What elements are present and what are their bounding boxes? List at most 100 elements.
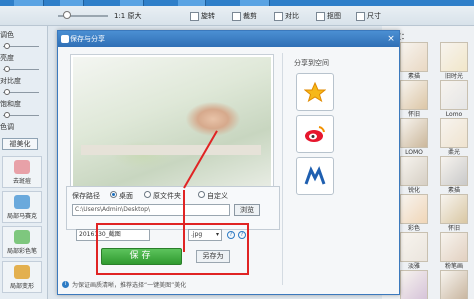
top-tab[interactable] <box>60 0 84 6</box>
effect-caption: LOMO <box>405 149 423 156</box>
top-tab[interactable] <box>178 0 206 6</box>
blemish-tool[interactable]: 去斑痘 <box>2 156 42 188</box>
size-button[interactable]: 尺寸 <box>356 9 381 23</box>
effect-thumbnail[interactable]: 旧时光 <box>440 42 468 80</box>
contrast-slider-label: 对比度 <box>0 77 21 85</box>
crop-icon <box>232 11 241 21</box>
effect-thumbnail[interactable]: 紫调 <box>400 270 428 299</box>
save-button[interactable]: 保存 <box>101 248 182 265</box>
divider <box>282 53 283 285</box>
save-path-label: 保存路径 <box>72 192 100 200</box>
effect-caption: 素描 <box>407 73 420 80</box>
contrast-label: 对比 <box>285 12 299 20</box>
effect-thumbnail[interactable]: LOMO <box>400 118 428 156</box>
warp-tool[interactable]: 局部变形 <box>2 261 42 293</box>
effect-thumbnail[interactable]: 彩色 <box>400 194 428 232</box>
effect-thumbnail[interactable]: 素描 <box>400 42 428 80</box>
effect-thumbnail[interactable]: 素描 <box>440 156 468 194</box>
close-icon[interactable]: × <box>386 34 396 44</box>
temperature-knob[interactable] <box>4 112 10 118</box>
effect-thumbnail[interactable]: Lomo <box>440 80 468 118</box>
color-pen-label: 局部彩色笔 <box>6 248 37 255</box>
effect-thumbnail[interactable]: 怀旧 <box>400 80 428 118</box>
effect-caption: 锐化 <box>407 187 420 194</box>
footer-note-text: 为保证画质清晰，推荐选择“一键美图”美化 <box>72 282 187 289</box>
cutout-label: 抠图 <box>327 12 341 20</box>
top-tab-strip <box>0 0 474 6</box>
cutout-button[interactable]: 抠图 <box>316 9 341 23</box>
radio-desktop-label: 桌面 <box>119 192 133 200</box>
radio-custom[interactable] <box>198 191 205 198</box>
save-as-button[interactable]: 另存为 <box>196 250 230 263</box>
save-share-dialog: 保存与分享 × 分享到空间 保存路径 桌面 原文件夹 自定义 C:\Users\… <box>57 30 400 295</box>
footer-note: i 为保证画质清晰，推荐选择“一键美图”美化 <box>62 280 186 289</box>
preview-image <box>73 57 271 189</box>
effect-thumbnail[interactable]: 怀旧 <box>440 194 468 232</box>
contrast-icon <box>274 11 283 21</box>
effect-thumbnail[interactable]: 柔光 <box>440 118 468 156</box>
warp-icon <box>14 265 30 279</box>
zoom-original-button[interactable]: 1:1 原大 <box>114 9 142 23</box>
effect-caption: 淡雅 <box>407 263 420 270</box>
effect-caption: 粉笔画 <box>444 263 463 270</box>
effect-thumbnail[interactable]: 古典 <box>440 270 468 299</box>
contrast-knob[interactable] <box>4 66 10 72</box>
share-qzone-button[interactable] <box>296 73 334 111</box>
effect-thumbnail[interactable]: 锐化 <box>400 156 428 194</box>
top-tab[interactable] <box>120 0 144 6</box>
browse-button[interactable]: 浏览 <box>234 204 260 216</box>
color-pen-tool[interactable]: 局部彩色笔 <box>2 226 42 258</box>
effect-caption: 素描 <box>447 187 460 194</box>
effect-thumbnail[interactable]: 粉笔画 <box>440 232 468 270</box>
effect-caption: 怀旧 <box>447 225 460 232</box>
annotation-arrow <box>183 190 185 252</box>
zoom-slider-knob[interactable] <box>63 11 71 19</box>
radio-desktop[interactable] <box>110 191 117 198</box>
zoom-label: 1:1 原大 <box>114 12 142 20</box>
mosaic-tool[interactable]: 局部马赛克 <box>2 191 42 223</box>
saturation-label: 饱和度 <box>0 100 21 108</box>
share-renren-button[interactable] <box>296 157 334 195</box>
crop-button[interactable]: 裁剪 <box>232 9 257 23</box>
weibo-icon <box>305 126 325 142</box>
rotate-label: 旋转 <box>201 12 215 20</box>
size-icon <box>356 11 365 21</box>
top-tab[interactable] <box>14 0 44 6</box>
rotate-icon <box>190 11 199 21</box>
effect-caption: 柔光 <box>447 149 460 156</box>
color-pen-icon <box>14 230 30 244</box>
radio-original-folder[interactable] <box>144 191 151 198</box>
save-path-input[interactable]: C:\Users\Admin\Desktop\ <box>72 204 230 216</box>
mosaic-icon <box>14 195 30 209</box>
effect-caption: 彩色 <box>407 225 420 232</box>
contrast-button[interactable]: 对比 <box>274 9 299 23</box>
top-tab[interactable] <box>240 0 270 6</box>
left-adjust-panel: 调色 亮度 对比度 饱和度 色调 褪美化 去斑痘 局部马赛克 局部彩色笔 局部变… <box>0 26 48 299</box>
saturation-knob[interactable] <box>4 89 10 95</box>
preview-image-table <box>81 145 261 155</box>
effect-caption: 旧时光 <box>444 73 463 80</box>
brightness-label: 亮度 <box>0 54 14 62</box>
mosaic-label: 局部马赛克 <box>6 213 37 220</box>
photo-preview <box>70 54 274 192</box>
size-label: 尺寸 <box>367 12 381 20</box>
blemish-icon <box>14 160 30 174</box>
beautify-button[interactable]: 褪美化 <box>2 138 38 150</box>
app-icon <box>61 35 69 43</box>
info-icon: i <box>62 281 69 288</box>
renren-icon <box>304 166 326 185</box>
dialog-title-bar: 保存与分享 × <box>58 31 399 47</box>
share-label: 分享到空间 <box>294 59 329 67</box>
crop-label: 裁剪 <box>243 12 257 20</box>
cutout-icon <box>316 11 325 21</box>
tone-label: 色调 <box>0 123 14 131</box>
share-weibo-button[interactable] <box>296 115 334 153</box>
qzone-icon <box>304 81 326 103</box>
adjust-label: 调色 <box>0 31 14 39</box>
top-toolbar: 1:1 原大 旋转 裁剪 对比 抠图 尺寸 <box>0 0 474 26</box>
effect-thumbnail[interactable]: 淡雅 <box>400 232 428 270</box>
rotate-button[interactable]: 旋转 <box>190 9 215 23</box>
dialog-title: 保存与分享 <box>70 35 105 43</box>
brightness-knob[interactable] <box>4 43 10 49</box>
effect-caption: Lomo <box>445 111 463 118</box>
